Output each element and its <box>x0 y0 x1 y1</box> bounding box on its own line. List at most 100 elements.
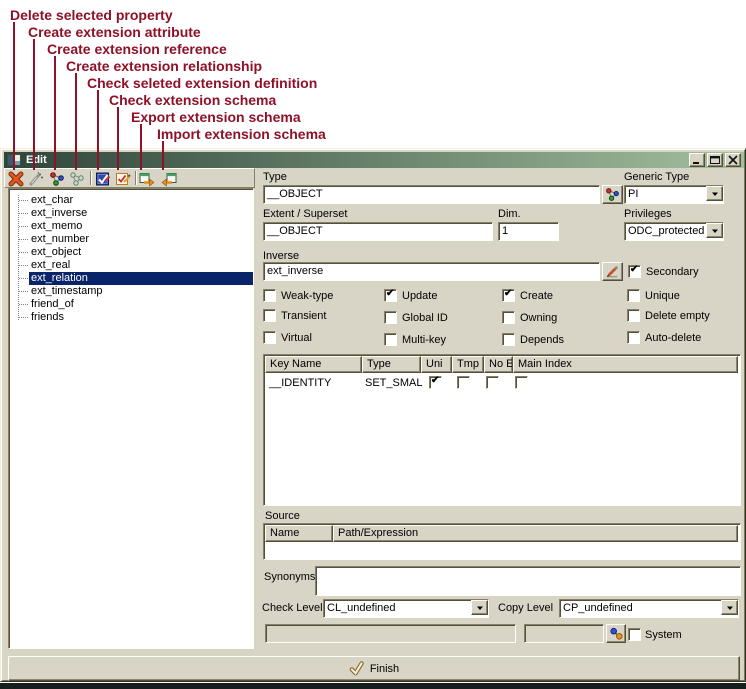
minimize-button[interactable] <box>689 153 705 167</box>
dropdown-button[interactable] <box>706 186 723 201</box>
dim-field[interactable]: 1 <box>498 222 559 241</box>
weak-type-label: Weak-type <box>281 290 333 302</box>
key-row-type[interactable]: SET_SMAL <box>365 377 422 390</box>
export-schema-button[interactable] <box>138 170 156 187</box>
multi-key-label: Multi-key <box>402 334 446 346</box>
key-row-tmp-checkbox[interactable] <box>457 376 470 389</box>
check-level-select[interactable]: CL_undefined <box>323 599 489 618</box>
tree-item-friends[interactable]: friends <box>9 311 253 324</box>
auto-delete-checkbox[interactable] <box>627 331 640 344</box>
tree-item-ext_char[interactable]: ext_char <box>9 194 253 207</box>
delete-empty-checkbox[interactable] <box>627 309 640 322</box>
annotation-line <box>140 124 142 170</box>
tree-item-ext_memo[interactable]: ext_memo <box>9 220 253 233</box>
weak-type-checkbox[interactable] <box>263 289 276 302</box>
annotation-create-relationship: Create extension relationship <box>66 59 262 74</box>
system-checkbox[interactable] <box>628 628 641 641</box>
tree-item-ext_number[interactable]: ext_number <box>9 233 253 246</box>
create-label: Create <box>520 290 553 302</box>
pencil-icon <box>605 264 620 279</box>
check-level-label: Check Level <box>262 602 323 614</box>
delete-property-button[interactable] <box>7 170 25 187</box>
synonyms-field[interactable] <box>315 566 741 596</box>
toolbar <box>4 168 255 188</box>
secondary-checkbox[interactable] <box>628 265 641 278</box>
inverse-edit-button[interactable] <box>602 262 623 281</box>
tree-item-ext_timestamp[interactable]: ext_timestamp <box>9 285 253 298</box>
desktop-strip <box>0 683 746 689</box>
annotation-line <box>117 107 119 170</box>
unique-label: Unique <box>645 290 680 302</box>
dropdown-button[interactable] <box>721 600 738 615</box>
dropdown-button[interactable] <box>471 600 488 615</box>
multi-key-checkbox[interactable] <box>384 333 397 346</box>
type-field[interactable]: __OBJECT <box>263 185 600 204</box>
create-reference-button[interactable] <box>48 170 66 187</box>
dropdown-button[interactable] <box>706 223 723 238</box>
virtual-checkbox[interactable] <box>263 331 276 344</box>
create-attribute-button[interactable] <box>27 170 45 187</box>
keys-header-tmp[interactable]: Tmp <box>452 356 484 373</box>
annotation-check-definition: Check seleted extension definition <box>87 76 317 91</box>
aux-field-left[interactable] <box>265 624 516 643</box>
aux-field-right[interactable] <box>524 624 604 643</box>
titlebar[interactable]: Edit <box>4 152 744 168</box>
global-id-checkbox[interactable] <box>384 311 397 324</box>
unique-checkbox[interactable] <box>627 289 640 302</box>
copy-level-label: Copy Level <box>498 602 553 614</box>
transient-checkbox[interactable] <box>263 309 276 322</box>
source-header-path[interactable]: Path/Expression <box>333 525 738 542</box>
key-row-uni-checkbox[interactable] <box>429 376 442 389</box>
privileges-select[interactable]: ODC_protected <box>624 222 724 241</box>
annotation-create-reference: Create extension reference <box>47 42 227 57</box>
create-relationship-button[interactable] <box>68 170 86 187</box>
property-tree[interactable]: ext_char ext_inverse ext_memo ext_number… <box>8 188 254 649</box>
extent-field[interactable]: __OBJECT <box>263 222 493 241</box>
close-button[interactable] <box>725 153 741 167</box>
type-browse-button[interactable] <box>602 185 623 204</box>
annotation-delete-property: Delete selected property <box>10 8 173 23</box>
key-row-main-index-checkbox[interactable] <box>515 376 528 389</box>
tree-item-ext_real[interactable]: ext_real <box>9 259 253 272</box>
annotation-line <box>162 141 164 170</box>
create-relationship-icon <box>69 171 85 187</box>
keys-header-main-index[interactable]: Main Index <box>513 356 738 373</box>
tree-item-ext_relation-selected[interactable]: ext_relation <box>9 272 253 285</box>
secondary-label: Secondary <box>646 266 699 278</box>
depends-checkbox[interactable] <box>502 333 515 346</box>
create-checkbox[interactable] <box>502 289 515 302</box>
annotation-line <box>54 56 56 170</box>
chevron-down-icon <box>711 190 719 198</box>
keys-header-no-e[interactable]: No E <box>484 356 513 373</box>
privileges-label: Privileges <box>624 208 672 220</box>
tree-item-friend_of[interactable]: friend_of <box>9 298 253 311</box>
annotation-line <box>33 39 35 170</box>
key-row-no-e-checkbox[interactable] <box>486 376 499 389</box>
update-checkbox[interactable] <box>384 289 397 302</box>
source-header-name[interactable]: Name <box>265 525 333 542</box>
copy-level-select[interactable]: CP_undefined <box>559 599 739 618</box>
check-definition-button[interactable] <box>94 170 112 187</box>
source-label: Source <box>265 510 300 522</box>
import-schema-button[interactable] <box>160 170 178 187</box>
tree-item-ext_inverse[interactable]: ext_inverse <box>9 207 253 220</box>
check-schema-button[interactable] <box>114 170 132 187</box>
keys-header-key-name[interactable]: Key Name <box>265 356 362 373</box>
owning-checkbox[interactable] <box>502 311 515 324</box>
key-row-name[interactable]: __IDENTITY <box>269 377 331 390</box>
keys-header-type[interactable]: Type <box>362 356 421 373</box>
maximize-button[interactable] <box>707 153 723 167</box>
type-label: Type <box>263 171 287 183</box>
generic-type-select[interactable]: PI <box>624 185 724 204</box>
link-button[interactable] <box>606 624 626 643</box>
create-reference-icon <box>49 171 65 187</box>
finish-check-icon <box>349 661 364 676</box>
close-icon <box>727 155 739 165</box>
check-definition-icon <box>95 171 111 187</box>
keys-header-uni[interactable]: Uni <box>421 356 452 373</box>
annotation-export-schema: Export extension schema <box>131 110 301 125</box>
tree-item-ext_object[interactable]: ext_object <box>9 246 253 259</box>
depends-label: Depends <box>520 334 564 346</box>
finish-button[interactable]: Finish <box>8 656 740 681</box>
inverse-field[interactable]: ext_inverse <box>263 262 600 281</box>
